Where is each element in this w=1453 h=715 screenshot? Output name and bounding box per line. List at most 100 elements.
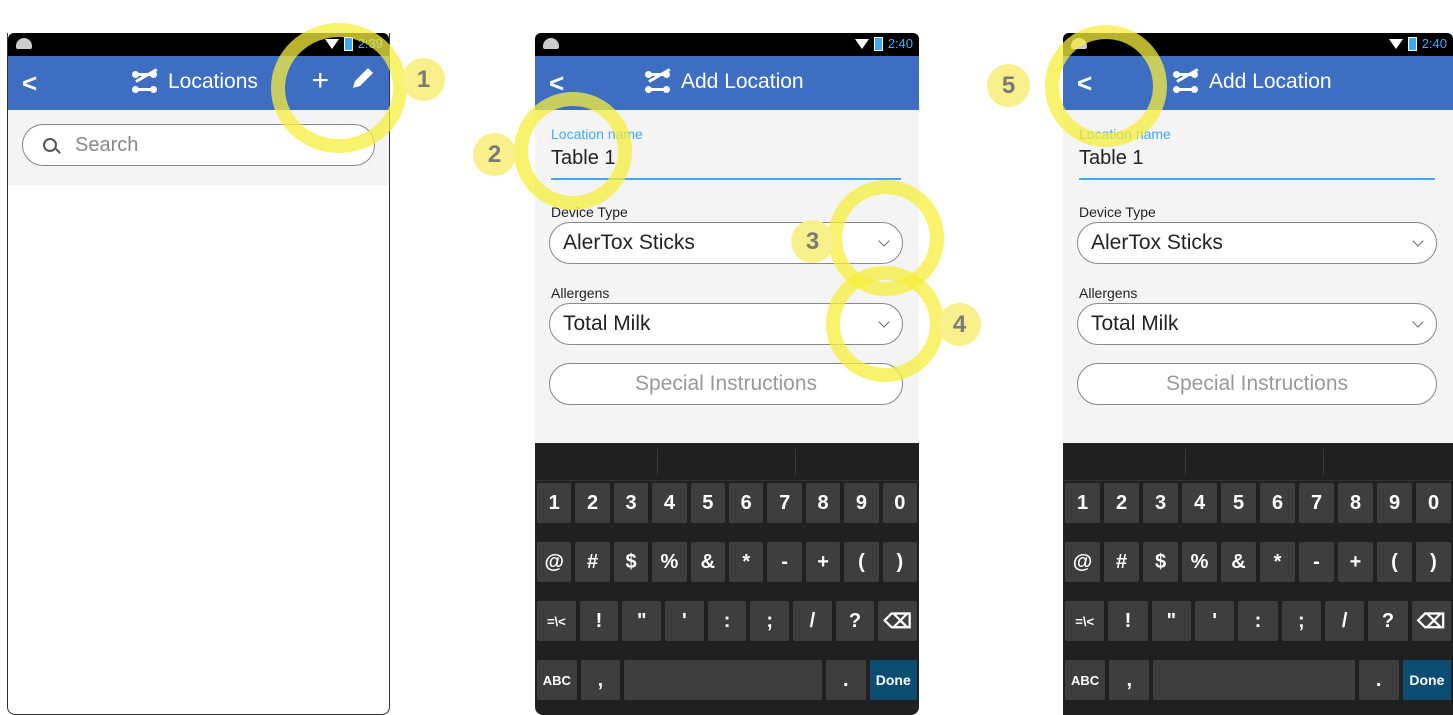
key[interactable]: ? (835, 601, 875, 641)
key[interactable]: 9 (1377, 483, 1412, 523)
key[interactable]: 0 (882, 483, 918, 523)
key[interactable]: 4 (1182, 483, 1217, 523)
keyboard-row-symbols: @ # $ % & * - + ( ) (537, 542, 918, 582)
period-key[interactable]: . (1358, 660, 1399, 700)
space-key[interactable] (624, 660, 822, 700)
key[interactable]: / (1324, 601, 1365, 641)
key[interactable]: $ (613, 542, 649, 582)
key[interactable]: 6 (1260, 483, 1295, 523)
page-title: Locations (168, 70, 258, 93)
chevron-down-icon (1412, 315, 1424, 328)
keyboard-row-punct: =\< ! " ' : ; / ? ⌫ (1065, 601, 1451, 641)
key[interactable]: 6 (729, 483, 764, 523)
key[interactable]: 2 (575, 483, 610, 523)
key[interactable]: 3 (613, 483, 649, 523)
key[interactable]: @ (1065, 542, 1100, 582)
key[interactable]: ; (1281, 601, 1321, 641)
key[interactable]: / (793, 601, 832, 641)
highlight-ring-2 (514, 92, 632, 210)
key[interactable]: * (729, 542, 764, 582)
key[interactable]: + (805, 542, 841, 582)
done-key[interactable]: Done (869, 660, 917, 700)
special-instructions-button[interactable]: Special Instructions (1077, 363, 1437, 405)
key[interactable]: 7 (1299, 483, 1334, 523)
backspace-key[interactable]: ⌫ (878, 601, 918, 641)
key[interactable]: - (1299, 542, 1334, 582)
page-title: Add Location (1209, 70, 1332, 93)
key[interactable]: # (1104, 542, 1139, 582)
period-key[interactable]: . (825, 660, 866, 700)
space-key[interactable] (1153, 660, 1355, 700)
key[interactable]: 3 (1143, 483, 1178, 523)
key[interactable]: ! (1108, 601, 1148, 641)
key[interactable]: ' (1194, 601, 1235, 641)
app-title: Add Location (645, 68, 804, 94)
device-type-value: AlerTox Sticks (1091, 231, 1223, 254)
key[interactable]: 0 (1416, 483, 1451, 523)
key[interactable]: 2 (1104, 483, 1139, 523)
key[interactable]: ? (1368, 601, 1408, 641)
key[interactable]: " (1151, 601, 1191, 641)
highlight-ring-1 (271, 23, 407, 153)
allergens-select[interactable]: Total Milk (1077, 303, 1437, 345)
comma-key[interactable]: , (580, 660, 621, 700)
keyboard-row-numbers: 1 2 3 4 5 6 7 8 9 0 (537, 483, 918, 523)
comma-key[interactable]: , (1109, 660, 1150, 700)
status-time: 2:40 (887, 36, 913, 51)
key[interactable]: : (1238, 601, 1278, 641)
key[interactable]: & (1221, 542, 1256, 582)
callout-1: 1 (402, 58, 445, 101)
key[interactable]: + (1338, 542, 1373, 582)
battery-icon (873, 36, 883, 51)
android-icon (16, 38, 32, 49)
keyboard-row-bottom: ABC , . Done (1065, 660, 1452, 700)
highlight-ring-5 (1045, 25, 1167, 147)
back-button[interactable]: < (22, 68, 37, 98)
key[interactable]: : (707, 601, 747, 641)
key[interactable]: 8 (1338, 483, 1373, 523)
search-placeholder: Search (75, 133, 139, 156)
app-logo-icon (132, 68, 158, 93)
backspace-key[interactable]: ⌫ (1411, 601, 1451, 641)
key[interactable]: & (690, 542, 726, 582)
search-icon (43, 138, 57, 152)
key[interactable]: % (1182, 542, 1217, 582)
key[interactable]: 5 (690, 483, 726, 523)
key[interactable]: @ (537, 542, 572, 582)
key[interactable]: 1 (537, 483, 572, 523)
key[interactable]: 9 (844, 483, 879, 523)
done-key[interactable]: Done (1402, 660, 1452, 700)
key[interactable]: ) (882, 542, 918, 582)
key[interactable]: # (575, 542, 610, 582)
suggestion-bar (535, 443, 919, 481)
abc-key[interactable]: ABC (1065, 660, 1106, 700)
key[interactable]: $ (1143, 542, 1178, 582)
key[interactable]: 1 (1065, 483, 1100, 523)
key[interactable]: " (622, 601, 662, 641)
location-name-field[interactable]: Table 1 (1079, 147, 1144, 170)
callout-2: 2 (473, 133, 516, 176)
device-type-select[interactable]: AlerTox Sticks (1077, 222, 1437, 264)
key[interactable]: ' (665, 601, 704, 641)
device-type-label: Device Type (1079, 204, 1156, 220)
key[interactable]: 4 (652, 483, 687, 523)
keyboard-row-bottom: ABC , . Done (537, 660, 917, 700)
key[interactable]: ! (579, 601, 619, 641)
key[interactable]: * (1260, 542, 1295, 582)
key[interactable]: 7 (767, 483, 802, 523)
key[interactable]: ; (750, 601, 790, 641)
key[interactable]: ) (1416, 542, 1451, 582)
key[interactable]: - (767, 542, 802, 582)
key[interactable]: ( (844, 542, 879, 582)
key[interactable]: =\< (1065, 601, 1105, 641)
suggestion-bar (1063, 443, 1453, 481)
abc-key[interactable]: ABC (537, 660, 577, 700)
keyboard-row-punct: =\< ! " ' : ; / ? ⌫ (537, 601, 918, 641)
key[interactable]: =\< (537, 601, 576, 641)
key[interactable]: 5 (1221, 483, 1256, 523)
allergens-label: Allergens (551, 285, 610, 301)
key[interactable]: ( (1377, 542, 1412, 582)
page-title: Add Location (681, 70, 804, 93)
key[interactable]: 8 (805, 483, 841, 523)
key[interactable]: % (652, 542, 687, 582)
